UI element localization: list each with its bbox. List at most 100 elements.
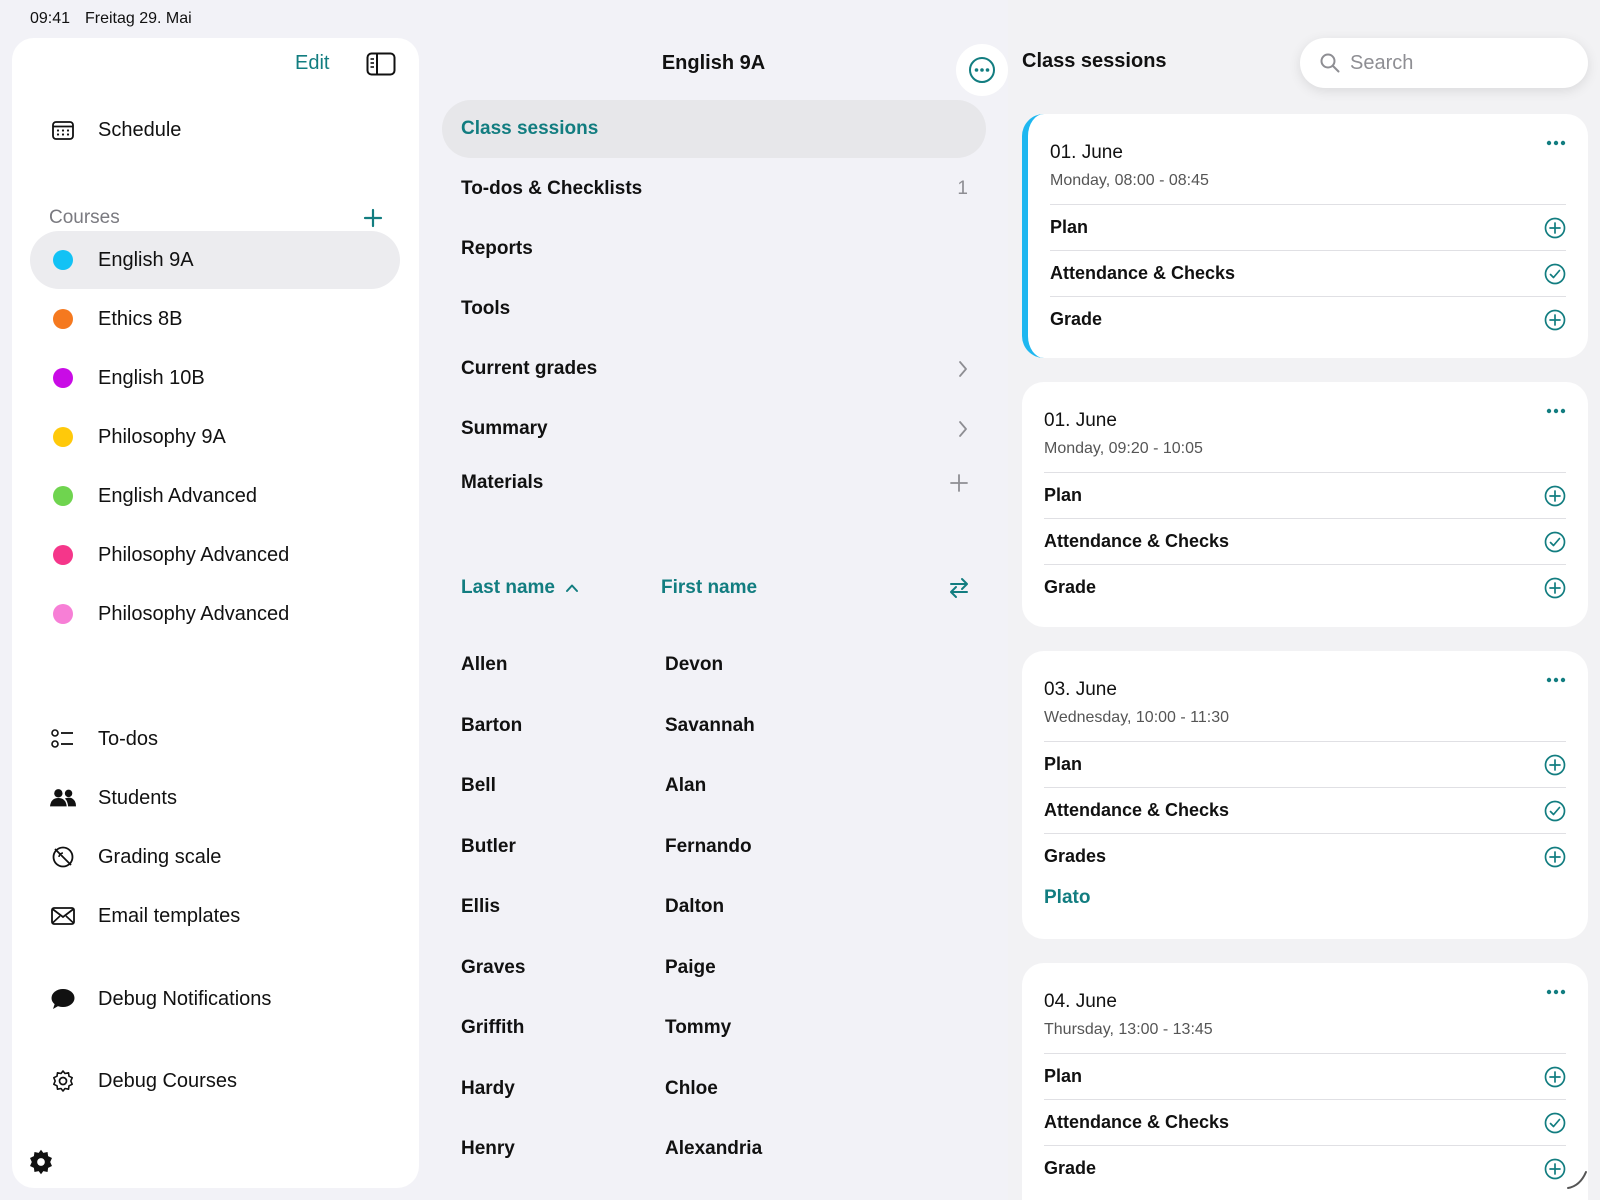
table-row[interactable]: Hardy Chloe <box>461 1069 971 1109</box>
session-actions: Plan Attendance & Checks Grade <box>1044 1053 1566 1191</box>
sidebar-item-email-templates[interactable]: Email templates <box>30 887 400 945</box>
menu-item-materials[interactable]: Materials <box>442 454 986 512</box>
session-card[interactable]: 01. June Monday, 08:00 - 08:45 Plan Attenda… <box>1022 114 1588 358</box>
todo-list-icon <box>50 728 76 750</box>
courses-header-label: Courses <box>49 207 120 228</box>
sidebar-item-course[interactable]: Ethics 8B <box>30 290 400 348</box>
resize-handle-icon[interactable] <box>1566 1168 1588 1190</box>
table-row[interactable]: Henry Alexandria <box>461 1129 971 1169</box>
session-action-row[interactable]: Plan <box>1050 204 1566 250</box>
sidebar-item-debug-courses[interactable]: Debug Courses <box>30 1052 400 1110</box>
speech-bubble-icon <box>50 988 76 1010</box>
swap-columns-icon[interactable] <box>947 576 971 600</box>
student-first-name: Alan <box>665 775 707 796</box>
column-header-first-name: First name <box>661 577 758 598</box>
search-input[interactable]: Search <box>1300 38 1588 88</box>
sidebar-item-todos[interactable]: To-dos <box>30 710 400 768</box>
plus-circle-icon[interactable] <box>1544 754 1566 776</box>
sidebar-item-course[interactable]: Philosophy Advanced <box>30 526 400 584</box>
checkmark-circle-icon[interactable] <box>1544 800 1566 822</box>
sidebar-item-label: Students <box>98 786 177 809</box>
sidebar-toggle-icon[interactable] <box>366 52 396 76</box>
table-row[interactable]: Griffith Tommy <box>461 1008 971 1048</box>
sidebar-item-debug-notifications[interactable]: Debug Notifications <box>30 970 400 1028</box>
add-course-button[interactable] <box>363 208 383 228</box>
menu-item-summary[interactable]: Summary <box>442 400 986 458</box>
sidebar-item-course[interactable]: Philosophy 9A <box>30 408 400 466</box>
session-action-row[interactable]: Grades <box>1044 833 1566 879</box>
table-row[interactable]: Graves Paige <box>461 948 971 988</box>
menu-item-todos-checklists[interactable]: To-dos & Checklists 1 <box>442 160 986 218</box>
gear-icon <box>50 1069 76 1093</box>
menu-item-current-grades[interactable]: Current grades <box>442 340 986 398</box>
sidebar-item-course[interactable]: Philosophy Advanced <box>30 585 400 643</box>
course-detail-pane: English 9A Class sessions To-dos & Check… <box>437 38 1008 1200</box>
sort-last-name-button[interactable]: Last name <box>461 577 661 599</box>
session-more-button[interactable] <box>1546 989 1566 995</box>
session-card[interactable]: 01. June Monday, 09:20 - 10:05 Plan Attenda… <box>1022 382 1588 627</box>
plus-circle-icon[interactable] <box>1544 485 1566 507</box>
table-row[interactable]: Allen Devon <box>461 645 971 685</box>
grading-scale-icon <box>50 845 76 869</box>
checkmark-circle-icon[interactable] <box>1544 263 1566 285</box>
session-action-row[interactable]: Plan <box>1044 741 1566 787</box>
settings-gear-icon[interactable] <box>27 1148 55 1176</box>
session-action-row[interactable]: Attendance & Checks <box>1050 250 1566 296</box>
plus-circle-icon[interactable] <box>1544 577 1566 599</box>
session-action-row[interactable]: Plan <box>1044 472 1566 518</box>
menu-item-tools[interactable]: Tools <box>442 280 986 338</box>
session-material-link[interactable]: Plato <box>1044 879 1566 909</box>
plus-circle-icon[interactable] <box>1544 846 1566 868</box>
sidebar-item-course[interactable]: English Advanced <box>30 467 400 525</box>
session-action-row[interactable]: Attendance & Checks <box>1044 518 1566 564</box>
ellipsis-icon <box>1546 408 1566 414</box>
table-row[interactable]: Barton Savannah <box>461 706 971 746</box>
session-more-button[interactable] <box>1546 677 1566 683</box>
plus-circle-icon[interactable] <box>1544 1158 1566 1180</box>
sidebar-item-course[interactable]: English 10B <box>30 349 400 407</box>
course-label: English 10B <box>98 366 205 389</box>
session-action-row[interactable]: Grade <box>1044 564 1566 610</box>
color-dot-icon <box>53 545 73 565</box>
session-action-row[interactable]: Grade <box>1050 296 1566 342</box>
course-color-dot <box>50 250 76 270</box>
student-last-name: Griffith <box>461 1017 525 1038</box>
session-more-button[interactable] <box>1546 140 1566 146</box>
roster-header: Last name First name <box>461 568 971 608</box>
checkmark-circle-icon[interactable] <box>1544 1112 1566 1134</box>
session-card[interactable]: 04. June Thursday, 13:00 - 13:45 Plan Atten… <box>1022 963 1588 1200</box>
menu-item-reports[interactable]: Reports <box>442 220 986 278</box>
table-row[interactable]: Ellis Dalton <box>461 887 971 927</box>
session-action-row[interactable]: Plan <box>1044 1053 1566 1099</box>
session-card[interactable]: 03. June Wednesday, 10:00 - 11:30 Plan Atte… <box>1022 651 1588 939</box>
student-first-name: Paige <box>665 956 716 978</box>
session-action-row[interactable]: Attendance & Checks <box>1044 787 1566 833</box>
checkmark-circle-icon[interactable] <box>1544 531 1566 553</box>
add-material-icon[interactable] <box>950 474 968 492</box>
color-dot-icon <box>53 250 73 270</box>
menu-item-class-sessions[interactable]: Class sessions <box>442 100 986 158</box>
session-action-row[interactable]: Grade <box>1044 1145 1566 1191</box>
table-row[interactable]: Butler Fernando <box>461 827 971 867</box>
table-row[interactable]: Bell Alan <box>461 766 971 806</box>
plus-circle-icon[interactable] <box>1544 217 1566 239</box>
sidebar-item-schedule[interactable]: Schedule <box>30 101 400 159</box>
people-icon <box>50 788 76 808</box>
chevron-right-icon <box>958 360 968 378</box>
session-action-label: Attendance & Checks <box>1050 263 1236 283</box>
sidebar-item-label: Grading scale <box>98 845 222 868</box>
sidebar-item-students[interactable]: Students <box>30 769 400 827</box>
table-row[interactable]: HoffmanEbony <box>461 1190 971 1200</box>
more-options-button[interactable] <box>956 44 1008 96</box>
plus-circle-icon[interactable] <box>1544 309 1566 331</box>
session-more-button[interactable] <box>1546 408 1566 414</box>
sidebar-item-grading-scale[interactable]: Grading scale <box>30 828 400 886</box>
student-first-name: Dalton <box>665 896 725 917</box>
student-first-name: Alexandria <box>665 1138 763 1159</box>
sort-first-name-button[interactable]: First name <box>661 577 947 599</box>
session-date: 03. June <box>1044 679 1117 700</box>
edit-button[interactable]: Edit <box>295 52 329 75</box>
session-action-row[interactable]: Attendance & Checks <box>1044 1099 1566 1145</box>
sidebar-item-course[interactable]: English 9A <box>30 231 400 289</box>
plus-circle-icon[interactable] <box>1544 1066 1566 1088</box>
